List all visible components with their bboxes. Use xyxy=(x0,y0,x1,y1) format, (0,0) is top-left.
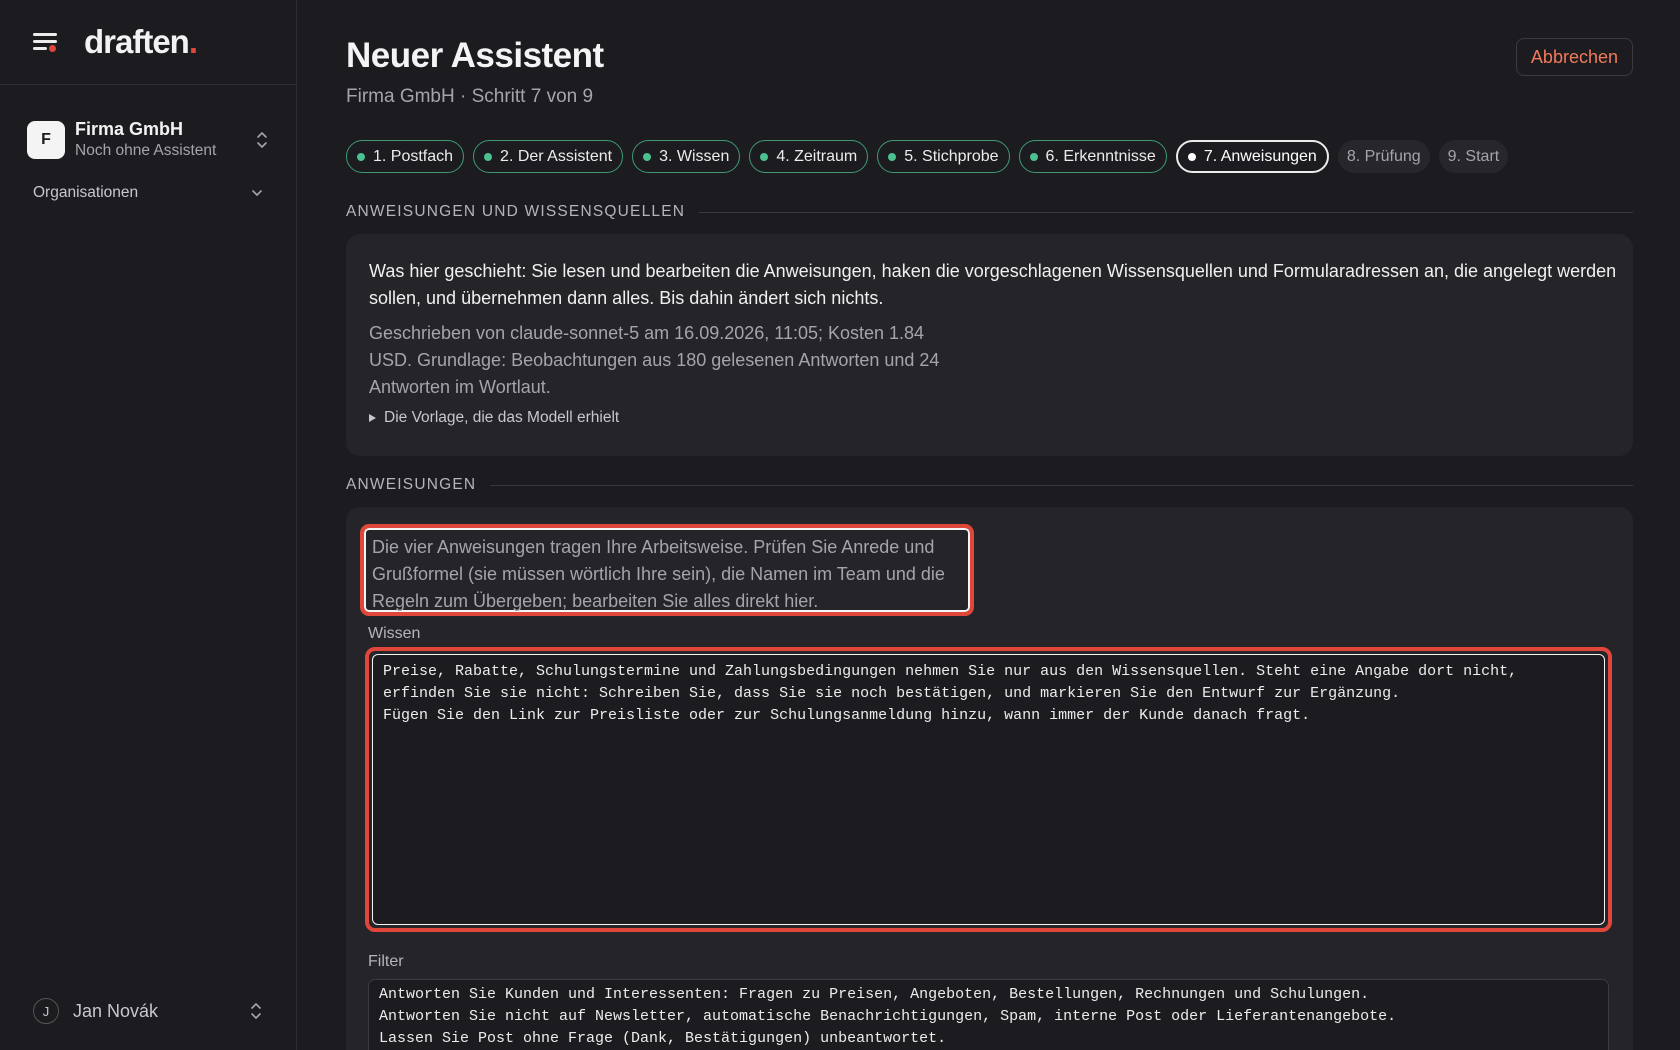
chevron-up-down-icon xyxy=(257,132,267,148)
info-main-text: Was hier geschieht: Sie lesen und bearbe… xyxy=(369,261,1617,308)
instructions-card: Die vier Anweisungen tragen Ihre Arbeits… xyxy=(346,507,1633,1050)
template-disclosure-label: Die Vorlage, die das Modell erhielt xyxy=(384,409,620,426)
template-disclosure[interactable]: Die Vorlage, die das Modell erhielt xyxy=(369,409,1610,427)
step-status-dot xyxy=(1187,152,1196,161)
instructions-intro: Die vier Anweisungen tragen Ihre Arbeits… xyxy=(372,537,945,611)
step-label: 4. Zeitraum xyxy=(776,147,858,165)
step-status-dot xyxy=(643,152,652,161)
step-erkenntnisse[interactable]: 6. Erkenntnisse xyxy=(1018,140,1167,173)
step-postfach[interactable]: 1. Postfach xyxy=(346,140,465,173)
step-status-dot xyxy=(357,152,365,161)
step-anweisungen[interactable]: 7. Anweisungen xyxy=(1175,140,1329,173)
org-avatar: F xyxy=(27,121,65,159)
chevron-up-down-icon xyxy=(251,1003,261,1019)
brand-bar: draften. xyxy=(0,0,296,85)
user-menu[interactable]: J Jan Novák xyxy=(33,996,263,1026)
org-switcher[interactable]: F Firma GmbH Noch ohne Assistent xyxy=(0,118,296,162)
step-zeitraum[interactable]: 4. Zeitraum xyxy=(749,140,869,173)
info-card: Was hier geschieht: Sie lesen und bearbe… xyxy=(346,234,1633,456)
step-assistent[interactable]: 2. Der Assistent xyxy=(473,140,624,173)
user-name: Jan Novák xyxy=(73,1000,159,1021)
step-label: 8. Prüfung xyxy=(1346,147,1421,165)
step-start[interactable]: 9. Start xyxy=(1438,140,1509,173)
section-heading-text: ANWEISUNGEN UND WISSENSQUELLEN xyxy=(346,203,686,220)
logo[interactable]: draften. xyxy=(84,23,198,61)
step-status-dot xyxy=(484,152,493,161)
step-label: 2. Der Assistent xyxy=(500,147,613,165)
step-pruefung[interactable]: 8. Prüfung xyxy=(1337,140,1430,173)
step-label: 3. Wissen xyxy=(659,147,730,165)
info-meta-text: Geschrieben von claude-sonnet-5 am 16.09… xyxy=(369,323,940,397)
section-heading-instructions: ANWEISUNGEN xyxy=(346,476,1633,494)
step-nav: 1. Postfach 2. Der Assistent 3. Wissen 4… xyxy=(346,140,1509,173)
step-stichprobe[interactable]: 5. Stichprobe xyxy=(877,140,1010,173)
divider xyxy=(699,211,1633,213)
org-subtitle: Noch ohne Assistent xyxy=(75,142,217,159)
filter-label: Filter xyxy=(368,953,404,970)
page-title: Neuer Assistent xyxy=(346,36,604,75)
step-wissen[interactable]: 3. Wissen xyxy=(632,140,741,173)
step-status-dot xyxy=(760,152,769,161)
user-avatar: J xyxy=(33,998,59,1024)
organisations-label: Organisationen xyxy=(33,184,139,201)
org-name: Firma GmbH xyxy=(75,119,184,139)
section-heading-text: ANWEISUNGEN xyxy=(346,476,477,493)
step-status-dot xyxy=(888,152,897,161)
instructions-intro-highlight: Die vier Anweisungen tragen Ihre Arbeits… xyxy=(360,524,974,616)
step-label: 9. Start xyxy=(1447,147,1500,165)
menu-icon[interactable] xyxy=(33,31,59,53)
wissen-highlight: Preise, Rabatte, Schulungstermine und Za… xyxy=(365,647,1612,932)
cancel-button[interactable]: Abbrechen xyxy=(1515,38,1633,76)
step-label: 1. Postfach xyxy=(373,147,454,165)
sidebar: draften. F Firma GmbH Noch ohne Assisten… xyxy=(0,0,297,1050)
page-subtitle: Firma GmbH · Schritt 7 von 9 xyxy=(346,86,594,107)
organisations-toggle[interactable]: Organisationen xyxy=(33,184,263,202)
wissen-textarea[interactable]: Preise, Rabatte, Schulungstermine und Za… xyxy=(372,654,1605,925)
section-heading-sources: ANWEISUNGEN UND WISSENSQUELLEN xyxy=(346,203,1633,221)
step-label: 5. Stichprobe xyxy=(904,147,999,165)
filter-textarea[interactable]: Antworten Sie Kunden und Interessenten: … xyxy=(368,979,1609,1050)
divider xyxy=(490,484,1633,486)
step-label: 6. Erkenntnisse xyxy=(1045,147,1156,165)
wissen-label: Wissen xyxy=(368,625,421,642)
main-content: Neuer Assistent Firma GmbH · Schritt 7 v… xyxy=(297,0,1680,1050)
step-label: 7. Anweisungen xyxy=(1203,147,1317,165)
triangle-right-icon xyxy=(369,414,376,422)
step-status-dot xyxy=(1029,152,1038,161)
chevron-down-icon xyxy=(252,190,262,196)
